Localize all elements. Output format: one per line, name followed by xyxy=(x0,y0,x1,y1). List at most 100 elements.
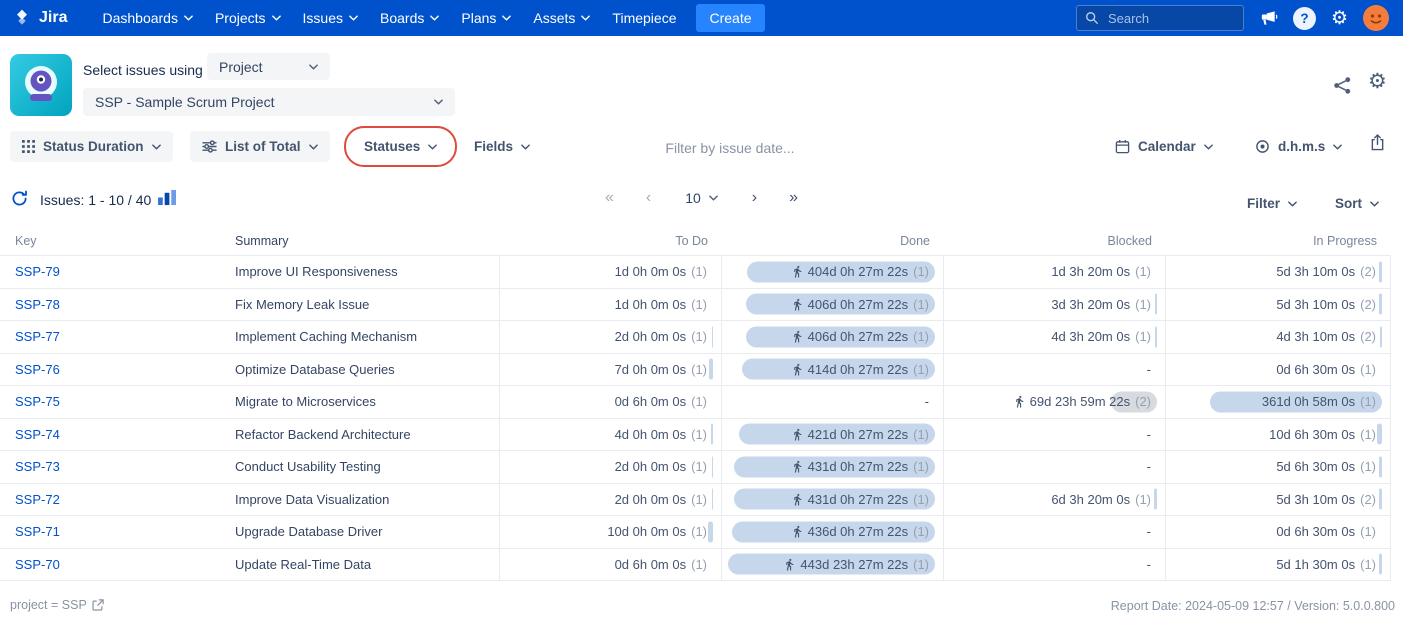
cell-done: 421d 0h 27m 22s (1) xyxy=(722,417,944,450)
status-count: (1) xyxy=(1135,329,1151,345)
running-status-icon xyxy=(793,493,801,506)
issue-key-link[interactable]: SSP-75 xyxy=(15,394,60,409)
sort-button[interactable]: Sort xyxy=(1323,188,1391,219)
view-mode-button[interactable]: Status Duration xyxy=(10,131,173,162)
share-button[interactable] xyxy=(1333,76,1352,98)
table-row-SSP-79: SSP-79 Improve UI Responsiveness 1d 0h 0m … xyxy=(0,255,1391,288)
target-icon xyxy=(1256,140,1269,153)
cell-blocked: - xyxy=(944,417,1166,450)
status-count: (1) xyxy=(913,264,929,280)
refresh-button[interactable] xyxy=(11,190,28,210)
next-page-button[interactable]: › xyxy=(748,187,761,209)
duration-bar xyxy=(708,521,713,543)
table-row-SSP-77: SSP-77 Implement Caching Mechanism 2d 0h 0… xyxy=(0,320,1391,353)
status-count: (1) xyxy=(913,361,929,377)
duration-value: - xyxy=(1146,426,1151,442)
issue-key-link[interactable]: SSP-77 xyxy=(15,329,60,344)
cell-summary: Migrate to Microservices xyxy=(220,385,500,418)
nav-item-timepiece[interactable]: Timepiece xyxy=(601,0,687,36)
cell-summary: Update Real-Time Data xyxy=(220,547,500,580)
issue-key-link[interactable]: SSP-74 xyxy=(15,427,60,442)
jira-logo[interactable]: Jira xyxy=(12,8,67,28)
duration-value: - xyxy=(1146,556,1151,572)
nav-item-label: Plans xyxy=(461,10,497,26)
cell-inprogress: 5d 1h 30m 0s (1) xyxy=(1166,547,1391,580)
duration-value: 414d 0h 27m 22s xyxy=(807,361,909,377)
issue-key-link[interactable]: SSP-71 xyxy=(15,524,60,539)
issue-key-link[interactable]: SSP-70 xyxy=(15,557,60,572)
duration-value: 5d 3h 10m 0s xyxy=(1276,264,1356,280)
jql-filter-label: project = SSP xyxy=(10,598,87,612)
time-format-button[interactable]: d.h.m.s xyxy=(1243,131,1354,162)
issue-key-link[interactable]: SSP-79 xyxy=(15,264,60,279)
cell-summary: Improve Data Visualization xyxy=(220,482,500,515)
statuses-button[interactable]: Statuses xyxy=(352,131,449,162)
fields-button[interactable]: Fields xyxy=(462,131,542,162)
issue-source-dropdown[interactable]: Project xyxy=(207,53,330,80)
status-count: (1) xyxy=(1135,296,1151,312)
last-page-button[interactable]: » xyxy=(785,187,802,209)
page-size-dropdown[interactable]: 10 xyxy=(679,189,724,207)
filter-button[interactable]: Filter xyxy=(1235,188,1309,219)
chevron-down-icon xyxy=(502,15,512,21)
duration-value: 436d 0h 27m 22s xyxy=(807,524,909,540)
cell-blocked: - xyxy=(944,450,1166,483)
issue-key-link[interactable]: SSP-76 xyxy=(15,362,60,377)
search-box[interactable] xyxy=(1075,5,1244,31)
cell-summary: Fix Memory Leak Issue xyxy=(220,287,500,320)
settings-gear-icon[interactable]: ⚙ xyxy=(1368,71,1387,92)
sort-label: Sort xyxy=(1335,196,1362,211)
project-dropdown[interactable]: SSP - Sample Scrum Project xyxy=(83,88,455,116)
cell-done: 443d 23h 27m 22s (1) xyxy=(722,547,944,580)
table-row-SSP-75: SSP-75 Migrate to Microservices 0d 6h 0m 0… xyxy=(0,385,1391,418)
status-count: (1) xyxy=(691,361,707,377)
create-button[interactable]: Create xyxy=(696,4,765,32)
cell-key: SSP-74 xyxy=(0,417,220,451)
search-input[interactable] xyxy=(1105,9,1230,27)
duration-bar xyxy=(712,488,713,510)
prev-page-button[interactable]: ‹ xyxy=(642,187,655,209)
external-link-button[interactable] xyxy=(92,599,104,611)
issue-key-link[interactable]: SSP-72 xyxy=(15,492,60,507)
duration-value: 431d 0h 27m 22s xyxy=(807,459,909,475)
status-count: (1) xyxy=(691,329,707,345)
duration-value: 2d 0h 0m 0s xyxy=(614,329,687,345)
duration-value: 1d 0h 0m 0s xyxy=(614,296,687,312)
nav-item-assets[interactable]: Assets xyxy=(522,0,601,36)
date-filter-input[interactable]: Filter by issue date... xyxy=(600,140,860,156)
nav-item-dashboards[interactable]: Dashboards xyxy=(91,0,204,36)
running-status-icon xyxy=(793,526,801,538)
cell-key: SSP-73 xyxy=(0,450,220,483)
feedback-megaphone-icon[interactable] xyxy=(1259,9,1278,28)
table-row-SSP-73: SSP-73 Conduct Usability Testing 2d 0h 0m … xyxy=(0,450,1391,483)
export-icon xyxy=(1371,134,1384,151)
list-type-button[interactable]: List of Total xyxy=(190,131,330,162)
nav-item-boards[interactable]: Boards xyxy=(369,0,450,36)
issue-key-link[interactable]: SSP-78 xyxy=(15,297,60,312)
calendar-button[interactable]: Calendar xyxy=(1103,131,1225,162)
user-avatar[interactable] xyxy=(1363,5,1389,31)
nav-item-label: Issues xyxy=(302,10,344,26)
search-icon xyxy=(1086,12,1098,24)
admin-gear-icon[interactable]: ⚙ xyxy=(1331,9,1348,28)
first-page-button[interactable]: « xyxy=(601,187,618,209)
table-row-SSP-72: SSP-72 Improve Data Visualization 2d 0h 0m… xyxy=(0,482,1391,515)
topnav-right: ? ⚙ xyxy=(1075,5,1389,31)
calendar-icon xyxy=(1115,139,1130,154)
export-button[interactable] xyxy=(1370,134,1385,154)
issue-key-link[interactable]: SSP-73 xyxy=(15,459,60,474)
cell-done: 404d 0h 27m 22s (1) xyxy=(722,255,944,288)
duration-bar xyxy=(1155,326,1157,348)
cell-summary: Optimize Database Queries xyxy=(220,352,500,385)
help-icon[interactable]: ? xyxy=(1292,6,1316,30)
nav-item-issues[interactable]: Issues xyxy=(292,0,369,36)
running-status-icon xyxy=(793,331,801,343)
status-count: (1) xyxy=(691,524,707,540)
status-count: (2) xyxy=(1360,264,1376,280)
status-count: (1) xyxy=(1360,459,1376,475)
cell-inprogress: 5d 3h 10m 0s (2) xyxy=(1166,255,1391,288)
duration-value: 0d 6h 30m 0s xyxy=(1276,361,1356,377)
nav-item-plans[interactable]: Plans xyxy=(450,0,522,36)
nav-item-projects[interactable]: Projects xyxy=(204,0,292,36)
chart-view-button[interactable] xyxy=(157,189,178,209)
